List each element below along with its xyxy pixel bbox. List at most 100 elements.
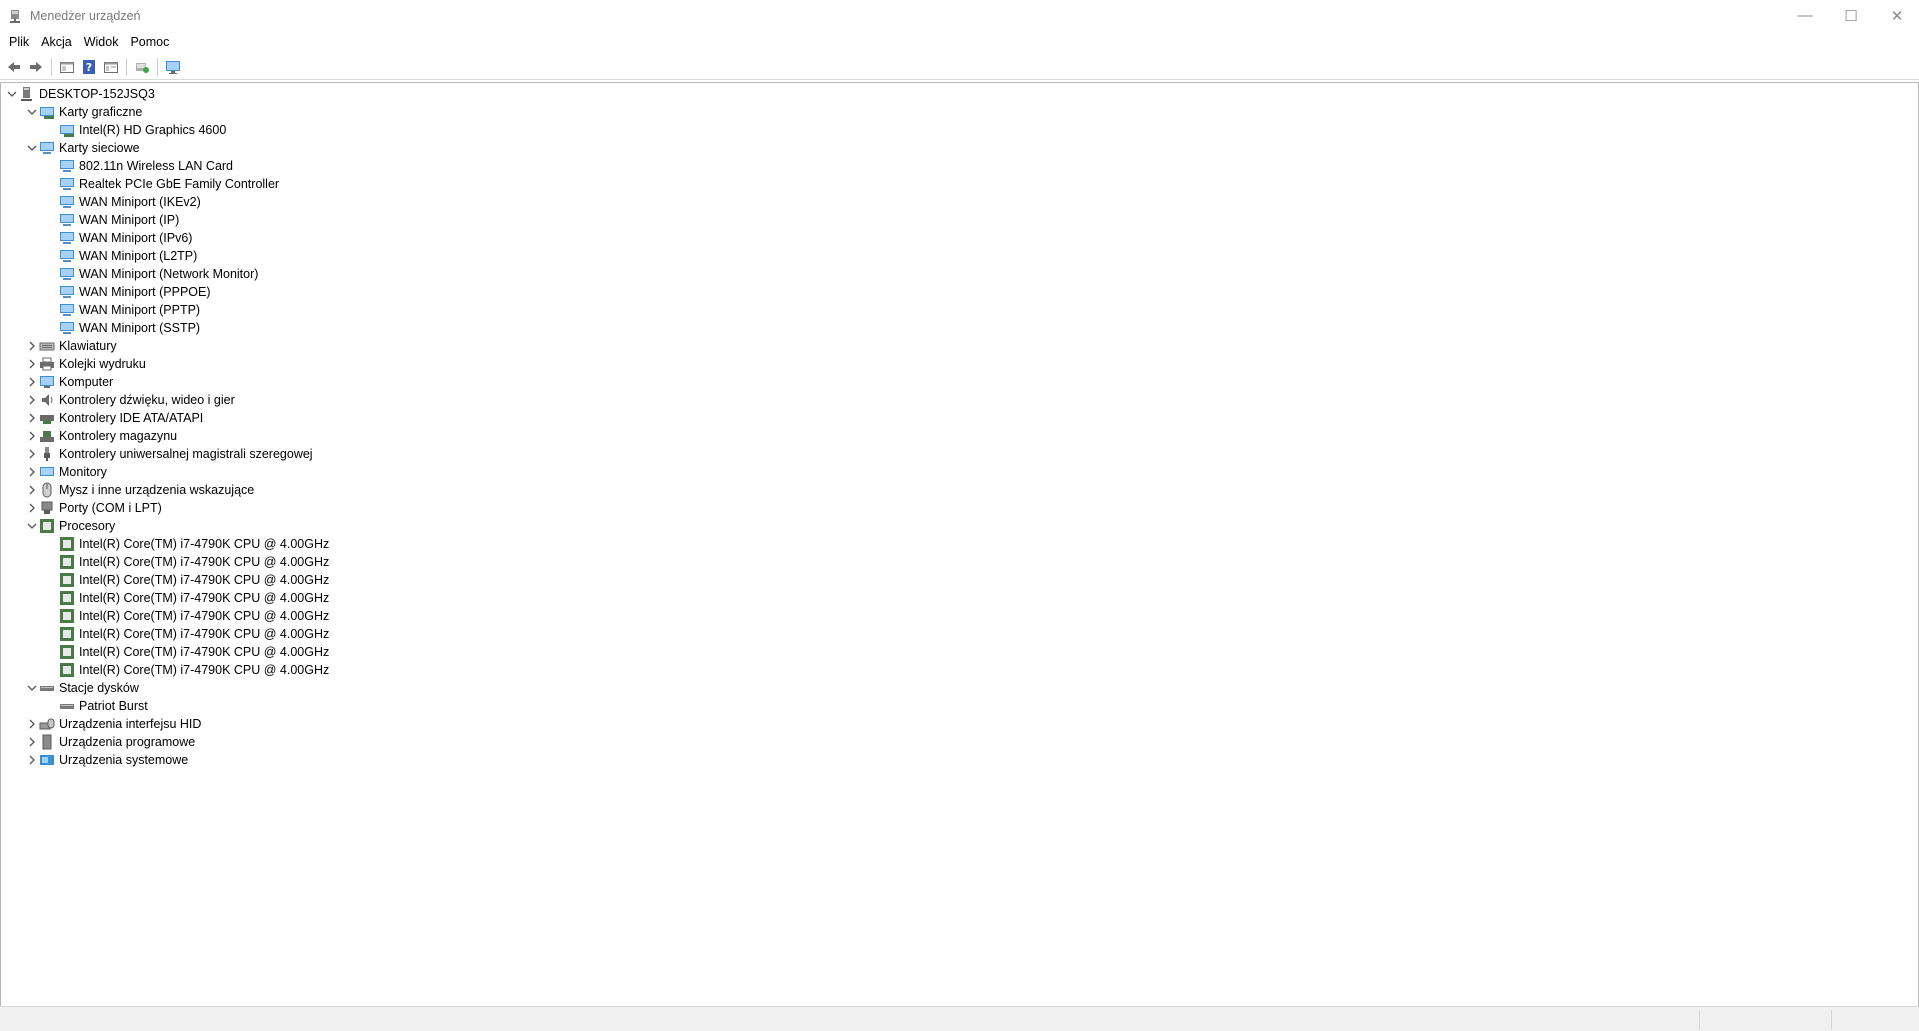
tree-device[interactable]: Realtek PCIe GbE Family Controller	[1, 175, 1918, 193]
tree-device[interactable]: WAN Miniport (L2TP)	[1, 247, 1918, 265]
tree-device[interactable]: Intel(R) Core(TM) i7-4790K CPU @ 4.00GHz	[1, 607, 1918, 625]
chevron-right-icon[interactable]	[25, 409, 39, 427]
scan-hardware-button[interactable]	[162, 56, 184, 78]
chevron-right-icon[interactable]	[25, 373, 39, 391]
tree-device[interactable]: Intel(R) Core(TM) i7-4790K CPU @ 4.00GHz	[1, 625, 1918, 643]
tree-group-porty[interactable]: Porty (COM i LPT)	[1, 499, 1918, 517]
menu-plik[interactable]: Plik	[3, 35, 35, 49]
tree-group-kontrolery-usb[interactable]: Kontrolery uniwersalnej magistrali szere…	[1, 445, 1918, 463]
help-icon: ?	[83, 59, 95, 74]
tree-device[interactable]: Intel(R) Core(TM) i7-4790K CPU @ 4.00GHz	[1, 571, 1918, 589]
processor-icon	[59, 572, 75, 588]
tree-device[interactable]: WAN Miniport (Network Monitor)	[1, 265, 1918, 283]
title-bar: Menedżer urządzeń — ☐ ✕	[0, 0, 1919, 31]
forward-arrow-icon	[30, 61, 42, 72]
tree-device[interactable]: WAN Miniport (IP)	[1, 211, 1918, 229]
view-button[interactable]	[100, 56, 122, 78]
tree-device[interactable]: WAN Miniport (SSTP)	[1, 319, 1918, 337]
forward-button[interactable]	[25, 56, 47, 78]
update-driver-button[interactable]	[131, 56, 153, 78]
back-arrow-icon	[8, 61, 20, 72]
chevron-right-icon[interactable]	[25, 427, 39, 445]
chevron-right-icon[interactable]	[25, 499, 39, 517]
status-pane	[1699, 1010, 1831, 1029]
tree-device[interactable]: WAN Miniport (PPPOE)	[1, 283, 1918, 301]
toolbar: ?	[0, 54, 1919, 80]
chevron-right-icon[interactable]	[25, 445, 39, 463]
tree-device[interactable]: WAN Miniport (IPv6)	[1, 229, 1918, 247]
menu-akcja[interactable]: Akcja	[35, 35, 78, 49]
storage-controller-icon	[39, 428, 55, 444]
processor-icon	[59, 590, 75, 606]
window-title: Menedżer urządzeń	[30, 8, 141, 23]
chevron-down-icon[interactable]	[5, 85, 19, 103]
chevron-right-icon[interactable]	[25, 337, 39, 355]
tree-device[interactable]: Intel(R) Core(TM) i7-4790K CPU @ 4.00GHz	[1, 553, 1918, 571]
tree-group-kontrolery-dzwieku[interactable]: Kontrolery dźwięku, wideo i gier	[1, 391, 1918, 409]
tree-group-urzadzenia-programowe[interactable]: Urządzenia programowe	[1, 733, 1918, 751]
processor-icon	[59, 662, 75, 678]
disk-drive-icon	[39, 680, 55, 696]
ide-controller-icon	[39, 410, 55, 426]
chevron-down-icon[interactable]	[25, 517, 39, 535]
network-adapter-icon	[59, 248, 75, 264]
chevron-right-icon[interactable]	[25, 751, 39, 769]
properties-button[interactable]	[56, 56, 78, 78]
tree-group-klawiatury[interactable]: Klawiatury	[1, 337, 1918, 355]
tree-group-mysz[interactable]: Mysz i inne urządzenia wskazujące	[1, 481, 1918, 499]
tree-group-karty-graficzne[interactable]: Karty graficzne	[1, 103, 1918, 121]
help-button[interactable]: ?	[78, 56, 100, 78]
network-adapter-icon	[59, 320, 75, 336]
chevron-right-icon[interactable]	[25, 733, 39, 751]
tree-device[interactable]: 802.11n Wireless LAN Card	[1, 157, 1918, 175]
hid-icon	[39, 716, 55, 732]
chevron-right-icon[interactable]	[25, 481, 39, 499]
processor-icon	[39, 518, 55, 534]
tree-device[interactable]: Intel(R) Core(TM) i7-4790K CPU @ 4.00GHz	[1, 643, 1918, 661]
device-tree[interactable]: DESKTOP-152JSQ3 Karty graficzne Intel(R)…	[0, 82, 1919, 1006]
chevron-down-icon[interactable]	[25, 679, 39, 697]
tree-group-komputer[interactable]: Komputer	[1, 373, 1918, 391]
chevron-right-icon[interactable]	[25, 463, 39, 481]
tree-device[interactable]: Intel(R) Core(TM) i7-4790K CPU @ 4.00GHz	[1, 535, 1918, 553]
tree-device[interactable]: Intel(R) Core(TM) i7-4790K CPU @ 4.00GHz	[1, 589, 1918, 607]
disk-drive-icon	[59, 698, 75, 714]
monitor-icon	[39, 464, 55, 480]
chevron-down-icon[interactable]	[25, 139, 39, 157]
update-driver-icon	[136, 62, 149, 73]
chevron-right-icon[interactable]	[25, 391, 39, 409]
menu-widok[interactable]: Widok	[78, 35, 125, 49]
network-adapter-icon	[59, 302, 75, 318]
tree-group-stacje-dyskow[interactable]: Stacje dysków	[1, 679, 1918, 697]
device-manager-icon	[10, 9, 20, 23]
back-button[interactable]	[3, 56, 25, 78]
network-adapter-icon	[59, 194, 75, 210]
tree-group-kontrolery-magazynu[interactable]: Kontrolery magazynu	[1, 427, 1918, 445]
tree-group-kontrolery-ide[interactable]: Kontrolery IDE ATA/ATAPI	[1, 409, 1918, 427]
tree-device[interactable]: Patriot Burst	[1, 697, 1918, 715]
chevron-right-icon[interactable]	[25, 355, 39, 373]
chevron-right-icon[interactable]	[25, 715, 39, 733]
minimize-button[interactable]: —	[1782, 0, 1828, 31]
maximize-button[interactable]: ☐	[1828, 0, 1874, 31]
tree-group-urzadzenia-systemowe[interactable]: Urządzenia systemowe	[1, 751, 1918, 769]
tree-group-hid[interactable]: Urządzenia interfejsu HID	[1, 715, 1918, 733]
mouse-icon	[39, 482, 55, 498]
tree-device[interactable]: WAN Miniport (PPTP)	[1, 301, 1918, 319]
chevron-down-icon[interactable]	[25, 103, 39, 121]
tree-root-label: DESKTOP-152JSQ3	[39, 87, 155, 101]
tree-root[interactable]: DESKTOP-152JSQ3	[1, 85, 1918, 103]
tree-group-kolejki-wydruku[interactable]: Kolejki wydruku	[1, 355, 1918, 373]
tree-group-karty-sieciowe[interactable]: Karty sieciowe	[1, 139, 1918, 157]
tree-group-monitory[interactable]: Monitory	[1, 463, 1918, 481]
properties-icon	[60, 61, 74, 73]
tree-device[interactable]: Intel(R) HD Graphics 4600	[1, 121, 1918, 139]
close-button[interactable]: ✕	[1874, 0, 1919, 31]
tree-group-procesory[interactable]: Procesory	[1, 517, 1918, 535]
port-icon	[39, 500, 55, 516]
menu-pomoc[interactable]: Pomoc	[124, 35, 175, 49]
tree-device[interactable]: WAN Miniport (IKEv2)	[1, 193, 1918, 211]
display-adapter-icon	[59, 122, 75, 138]
tree-device[interactable]: Intel(R) Core(TM) i7-4790K CPU @ 4.00GHz	[1, 661, 1918, 679]
system-device-icon	[39, 752, 55, 768]
